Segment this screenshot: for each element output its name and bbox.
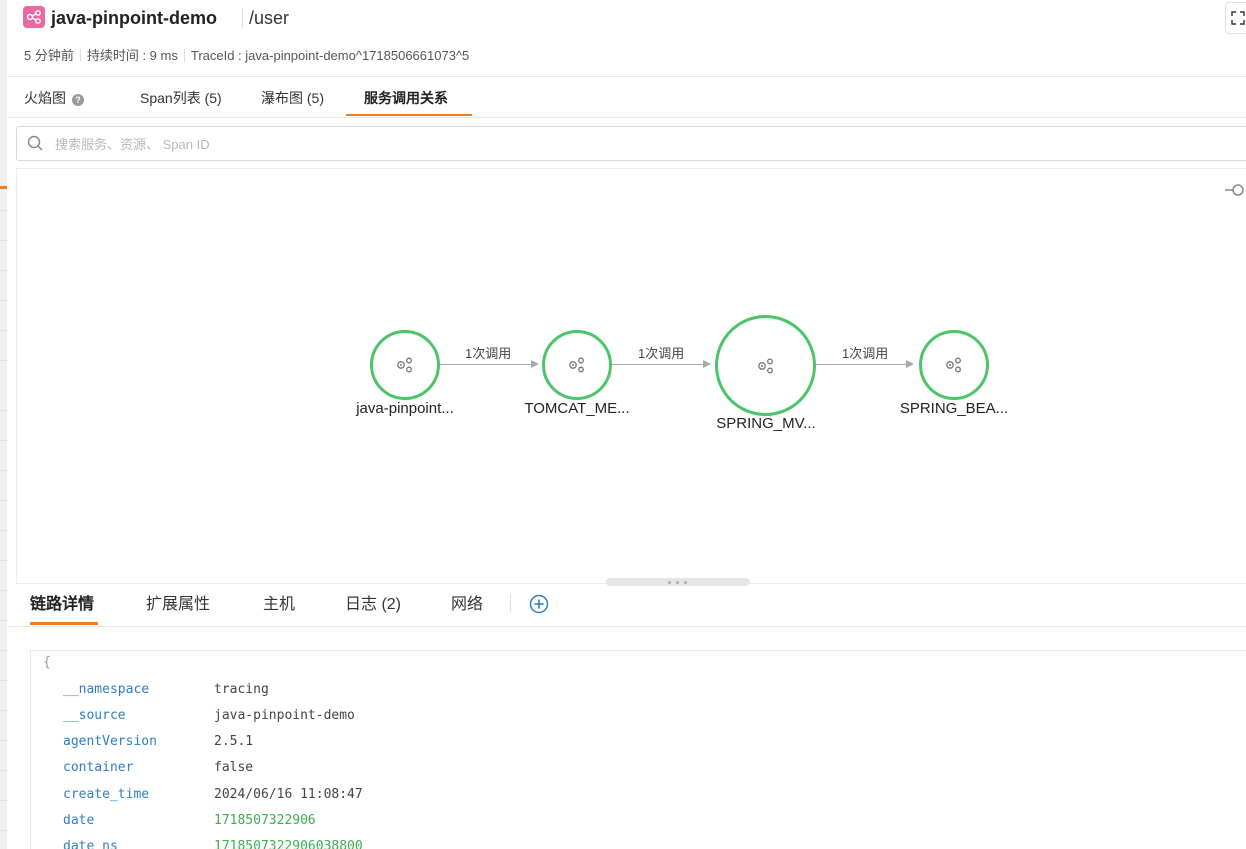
detail-tabs: 链路详情 扩展属性 主机 日志 (2) 网络 <box>7 583 1246 627</box>
route-name: /user <box>249 8 290 28</box>
edge-label-2: 1次调用 <box>638 346 685 361</box>
view-tabs: 火焰图? Span列表 (5) 瀑布图 (5) 服务调用关系 <box>7 77 1246 118</box>
json-key: container <box>63 760 134 775</box>
service-node-tomcat[interactable] <box>542 330 612 400</box>
json-key: __namespace <box>63 682 150 697</box>
json-value[interactable]: tracing <box>214 677 269 703</box>
trace-header: java-pinpoint-demo /user 5 分钟前 持续时间 : 9 m… <box>7 0 1246 77</box>
json-value[interactable]: 1718507322906 <box>214 808 316 834</box>
tab-divider <box>510 594 511 612</box>
active-detail-tab-indicator <box>30 622 98 625</box>
tab-network[interactable]: 网络 <box>451 583 483 625</box>
json-key: date <box>63 813 95 828</box>
add-tab-icon[interactable] <box>529 594 549 614</box>
service-name: java-pinpoint-demo <box>51 8 217 28</box>
edge-label-3: 1次调用 <box>842 346 889 361</box>
edge-line-1 <box>440 364 532 365</box>
service-node-spring-bean[interactable] <box>919 330 989 400</box>
service-gear-icon <box>397 357 412 373</box>
service-icon <box>23 6 45 28</box>
edge-label-1: 1次调用 <box>465 346 512 361</box>
tab-extended-attributes[interactable]: 扩展属性 <box>146 583 210 625</box>
tab-waterfall[interactable]: 瀑布图 (5) <box>261 77 324 117</box>
json-value[interactable]: 2024/06/16 11:08:47 <box>214 782 363 808</box>
tab-flame-graph[interactable]: 火焰图? <box>24 77 84 117</box>
service-gear-icon <box>757 358 773 373</box>
expand-icon <box>1231 11 1245 25</box>
node-label-spring-bean: SPRING_BEA... <box>899 400 1009 417</box>
search-icon <box>27 135 43 151</box>
edge-arrow-3 <box>906 360 914 368</box>
background-tab-indicator <box>0 186 7 189</box>
edge-arrow-2 <box>703 360 711 368</box>
edge-arrow-1 <box>531 360 539 368</box>
node-label-tomcat: TOMCAT_ME... <box>524 400 630 417</box>
json-value[interactable]: false <box>214 755 253 781</box>
time-ago: 5 分钟前 <box>24 48 74 63</box>
json-key: create_time <box>63 787 150 802</box>
help-icon[interactable]: ? <box>72 94 84 106</box>
json-open-brace: { <box>43 655 51 670</box>
tab-logs[interactable]: 日志 (2) <box>345 583 401 625</box>
search-input[interactable] <box>53 127 957 162</box>
background-list-edge <box>0 0 7 849</box>
json-value[interactable]: java-pinpoint-demo <box>214 703 355 729</box>
trace-detail-panel: java-pinpoint-demo /user 5 分钟前 持续时间 : 9 m… <box>7 0 1246 849</box>
json-key: agentVersion <box>63 734 157 749</box>
trace-meta: 5 分钟前 持续时间 : 9 ms TraceId : java-pinpoint-… <box>24 47 469 65</box>
trace-id: TraceId : java-pinpoint-demo^17185066610… <box>190 48 470 63</box>
node-label-spring-mvc: SPRING_MV... <box>716 415 816 432</box>
service-gear-icon <box>946 357 961 373</box>
tab-service-call-graph[interactable]: 服务调用关系 <box>364 77 448 117</box>
node-label-java-pinpoint: java-pinpoint... <box>356 400 454 417</box>
service-gear-icon <box>569 357 584 373</box>
service-node-spring-mvc[interactable] <box>715 315 816 416</box>
edge-line-2 <box>612 364 703 365</box>
json-key: __source <box>63 708 126 723</box>
json-key: date_ns <box>63 839 118 849</box>
service-node-java-pinpoint[interactable] <box>370 330 440 400</box>
service-call-graph: 1次调用 1次调用 1次调用 java-pinpoint... TOMCAT_M… <box>16 168 1246 584</box>
active-tab-indicator <box>346 114 472 116</box>
tab-trace-details[interactable]: 链路详情 <box>30 583 94 625</box>
duration: 持续时间 : 9 ms <box>86 48 178 63</box>
json-value[interactable]: 2.5.1 <box>214 729 253 755</box>
zoom-slider-icon[interactable] <box>1225 183 1245 197</box>
title-divider <box>242 8 243 28</box>
json-value[interactable]: 1718507322906038800 <box>214 834 363 849</box>
tab-host[interactable]: 主机 <box>263 583 295 625</box>
search-box <box>16 126 1246 162</box>
tab-span-list[interactable]: Span列表 (5) <box>140 77 222 117</box>
fullscreen-button[interactable] <box>1225 2 1246 34</box>
edge-line-3 <box>816 364 906 365</box>
trace-json-viewer: { __namespace tracing __source java-pinp… <box>30 650 1246 849</box>
